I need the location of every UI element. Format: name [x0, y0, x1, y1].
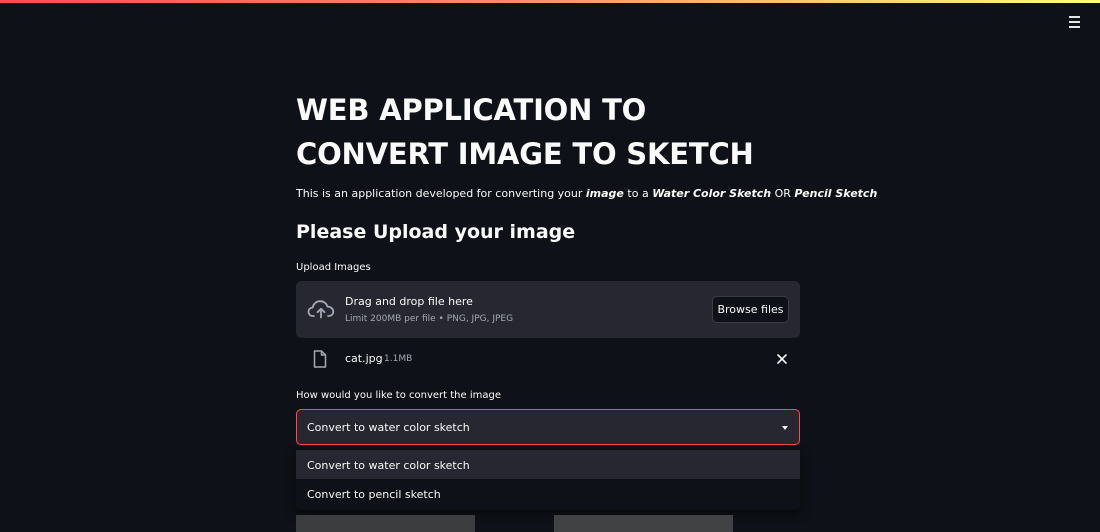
sketch-image-preview: [554, 515, 733, 532]
top-decoration-stripe: [0, 0, 1100, 3]
chevron-down-icon: [782, 426, 788, 430]
hamburger-menu-icon[interactable]: [1066, 14, 1082, 30]
dropzone-title: Drag and drop file here: [345, 295, 473, 308]
file-dropzone[interactable]: Drag and drop file here Limit 200MB per …: [296, 281, 800, 338]
intro-emphasis-image: image: [585, 187, 624, 200]
page-title: WEB APPLICATION TO CONVERT IMAGE TO SKET…: [296, 93, 754, 171]
intro-text: This is an application developed for con…: [296, 187, 878, 200]
close-icon[interactable]: [775, 352, 789, 366]
dropzone-limit-text: Limit 200MB per file • PNG, JPG, JPEG: [345, 314, 514, 324]
cloud-upload-icon: [307, 300, 335, 319]
original-image-preview: [296, 515, 475, 532]
uploaded-file-size: 1.1MB: [384, 354, 413, 364]
option-pencil-sketch[interactable]: Convert to pencil sketch: [296, 479, 800, 508]
upload-label: Upload Images: [296, 262, 371, 273]
upload-subheading: Please Upload your image: [296, 221, 576, 243]
intro-emphasis-water-color: Water Color Sketch: [652, 187, 772, 200]
browse-files-button[interactable]: Browse files: [712, 296, 789, 323]
uploaded-file-row: cat.jpg 1.1MB: [296, 347, 800, 371]
conversion-select-label: How would you like to convert the image: [296, 390, 501, 401]
uploaded-file-name: cat.jpg: [345, 352, 383, 365]
intro-emphasis-pencil: Pencil Sketch: [794, 187, 878, 200]
conversion-select-value: Convert to water color sketch: [307, 421, 470, 434]
file-icon: [313, 350, 327, 368]
conversion-dropdown-menu: Convert to water color sketch Convert to…: [296, 450, 800, 510]
option-water-color-sketch[interactable]: Convert to water color sketch: [296, 450, 800, 479]
conversion-select[interactable]: Convert to water color sketch: [296, 409, 800, 445]
